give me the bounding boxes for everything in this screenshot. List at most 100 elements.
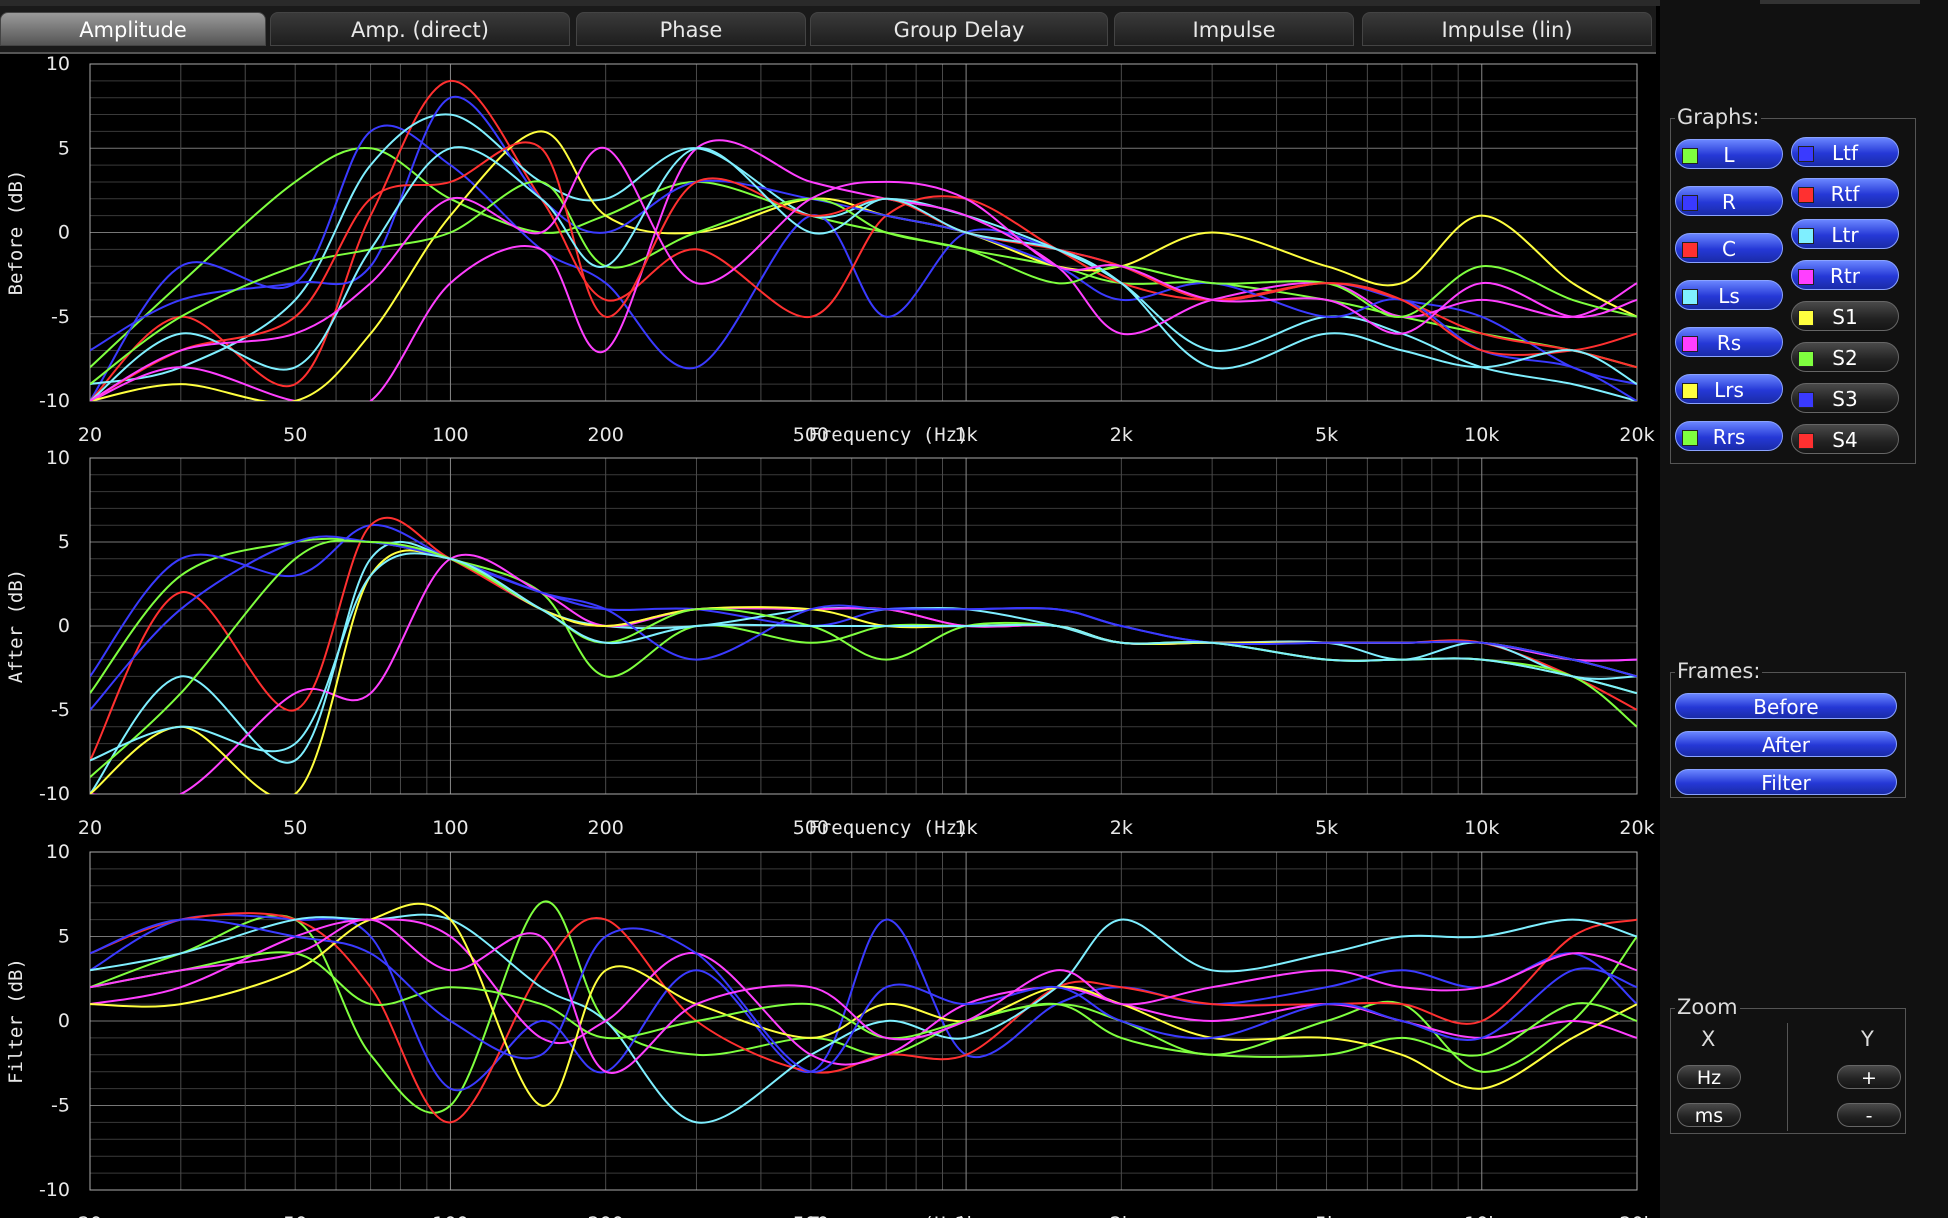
x-tick-label: 5k <box>1315 817 1338 839</box>
x-tick-label: 10k <box>1464 1213 1499 1218</box>
x-tick-label: 20k <box>1619 817 1654 839</box>
x-tick-label: 200 <box>588 817 624 839</box>
color-swatch <box>1798 269 1814 285</box>
zoom-y-minus-button[interactable]: - <box>1837 1103 1901 1127</box>
frames-group: Frames: Before After Filter <box>1670 659 1906 798</box>
color-swatch <box>1682 336 1698 352</box>
color-swatch <box>1798 187 1814 203</box>
graph-toggle-s4[interactable]: S4 <box>1791 424 1899 454</box>
plot-area: 1050-5-1020 50 100 200 500 1k 2k 5k 10k 20kFreque… <box>5 53 1655 1218</box>
graph-toggle-ltf[interactable]: Ltf <box>1791 137 1899 167</box>
graph-toggle-lrs[interactable]: Lrs <box>1675 374 1783 404</box>
color-swatch <box>1798 310 1814 326</box>
series-line-4 <box>90 913 1637 1124</box>
graph-toggle-rtr[interactable]: Rtr <box>1791 260 1899 290</box>
graph-toggle-label: S3 <box>1832 387 1858 411</box>
graph-toggle-s2[interactable]: S2 <box>1791 342 1899 372</box>
x-tick-label: 2k <box>1110 424 1133 446</box>
color-swatch <box>1682 383 1698 399</box>
graph-toggle-s3[interactable]: S3 <box>1791 383 1899 413</box>
graph-toggle-r[interactable]: R <box>1675 186 1783 216</box>
y-tick-label: 10 <box>46 447 70 469</box>
graph-toggle-label: Ltf <box>1831 141 1859 165</box>
x-tick-label: 50 <box>283 1213 307 1218</box>
graph-toggle-label: Lrs <box>1714 378 1744 402</box>
x-tick-label: 2k <box>1110 1213 1133 1218</box>
color-swatch <box>1682 242 1698 258</box>
graph-toggle-rrs[interactable]: Rrs <box>1675 421 1783 451</box>
sidebar-top-strip <box>1760 0 1920 4</box>
graph-toggle-label: L <box>1723 143 1735 167</box>
graph-toggle-label: S2 <box>1832 346 1858 370</box>
y-tick-label: -5 <box>51 306 70 328</box>
series-line-5 <box>90 139 1637 401</box>
y-tick-label: 5 <box>58 137 70 159</box>
graph-toggle-label: Rs <box>1716 331 1742 355</box>
series-line-11 <box>90 147 1637 401</box>
frames-title: Frames: <box>1675 659 1763 683</box>
frame-filter-button[interactable]: Filter <box>1675 769 1897 795</box>
series-line-8 <box>90 918 1637 1073</box>
x-tick-label: 50 <box>283 817 307 839</box>
sidebar: Graphs: L R C Ls Rs Lrs Rrs Ltf Rtf Ltr Rtr S1 S2 S3… <box>1660 0 1948 1218</box>
chart-panel-3: 1050-5-1020501002005001k2k5k10k20kFreque… <box>5 841 1655 1218</box>
graph-toggle-c[interactable]: C <box>1675 233 1783 263</box>
zoom-y-plus-button[interactable]: + <box>1837 1065 1901 1089</box>
x-tick-label: 2k <box>1110 817 1133 839</box>
color-swatch <box>1682 289 1698 305</box>
y-tick-label: -5 <box>51 699 70 721</box>
x-tick-label: 20k <box>1619 1213 1654 1218</box>
color-swatch <box>1682 148 1698 164</box>
graph-toggle-label: S1 <box>1832 305 1858 329</box>
series-line-2 <box>90 124 1637 401</box>
y-axis-label: After (dB) <box>5 569 27 683</box>
x-tick-label: 100 <box>432 424 468 446</box>
series-line-9 <box>90 918 1637 1074</box>
series-line-6 <box>90 130 1637 401</box>
x-tick-label: 5k <box>1315 1213 1338 1218</box>
graph-toggle-rtf[interactable]: Rtf <box>1791 178 1899 208</box>
y-tick-label: 5 <box>58 531 70 553</box>
series-line-10 <box>90 146 1637 401</box>
graphs-group: Graphs: L R C Ls Rs Lrs Rrs Ltf Rtf Ltr Rtr S1 S2 S3… <box>1670 105 1916 464</box>
zoom-hz-button[interactable]: Hz <box>1677 1065 1741 1089</box>
y-tick-label: 0 <box>58 1010 70 1032</box>
series-line-5 <box>90 553 1637 794</box>
color-swatch <box>1798 351 1814 367</box>
x-tick-label: 20k <box>1619 424 1654 446</box>
color-swatch <box>1798 392 1814 408</box>
graph-toggle-label: C <box>1722 237 1736 261</box>
zoom-x-label: X <box>1701 1027 1716 1051</box>
zoom-group: Zoom X Y Hz ms + - <box>1670 995 1906 1134</box>
color-swatch <box>1798 433 1814 449</box>
graphs-title: Graphs: <box>1675 105 1762 129</box>
graph-toggle-s1[interactable]: S1 <box>1791 301 1899 331</box>
x-tick-label: 50 <box>283 424 307 446</box>
zoom-title: Zoom <box>1675 995 1740 1019</box>
x-tick-label: 20 <box>78 424 102 446</box>
x-tick-label: 100 <box>432 817 468 839</box>
graph-toggle-l[interactable]: L <box>1675 139 1783 169</box>
x-tick-label: 20 <box>78 1213 102 1218</box>
chart-panel-2: 1050-5-1020 50 100 200 500 1k 2k 5k 10k 20kFreque… <box>5 447 1655 839</box>
zoom-ms-button[interactable]: ms <box>1677 1103 1741 1127</box>
series-line-9 <box>90 141 1637 401</box>
graph-toggle-ls[interactable]: Ls <box>1675 280 1783 310</box>
zoom-divider <box>1787 1023 1788 1131</box>
frame-before-button[interactable]: Before <box>1675 693 1897 719</box>
graph-toggle-rs[interactable]: Rs <box>1675 327 1783 357</box>
frame-after-button[interactable]: After <box>1675 731 1897 757</box>
series-line-3 <box>90 516 1637 761</box>
y-tick-label: -10 <box>39 1179 70 1201</box>
series-line-3 <box>90 912 1637 1124</box>
x-axis-label: Frequency (Hz) <box>808 817 968 839</box>
x-tick-label: 200 <box>588 1213 624 1218</box>
y-tick-label: -10 <box>39 783 70 805</box>
y-axis-label: Filter (dB) <box>5 958 27 1084</box>
y-tick-label: -10 <box>39 390 70 412</box>
graph-toggle-label: Ls <box>1718 284 1740 308</box>
y-tick-label: 5 <box>58 926 70 948</box>
graph-toggle-ltr[interactable]: Ltr <box>1791 219 1899 249</box>
color-swatch <box>1682 195 1698 211</box>
x-tick-label: 20 <box>78 817 102 839</box>
